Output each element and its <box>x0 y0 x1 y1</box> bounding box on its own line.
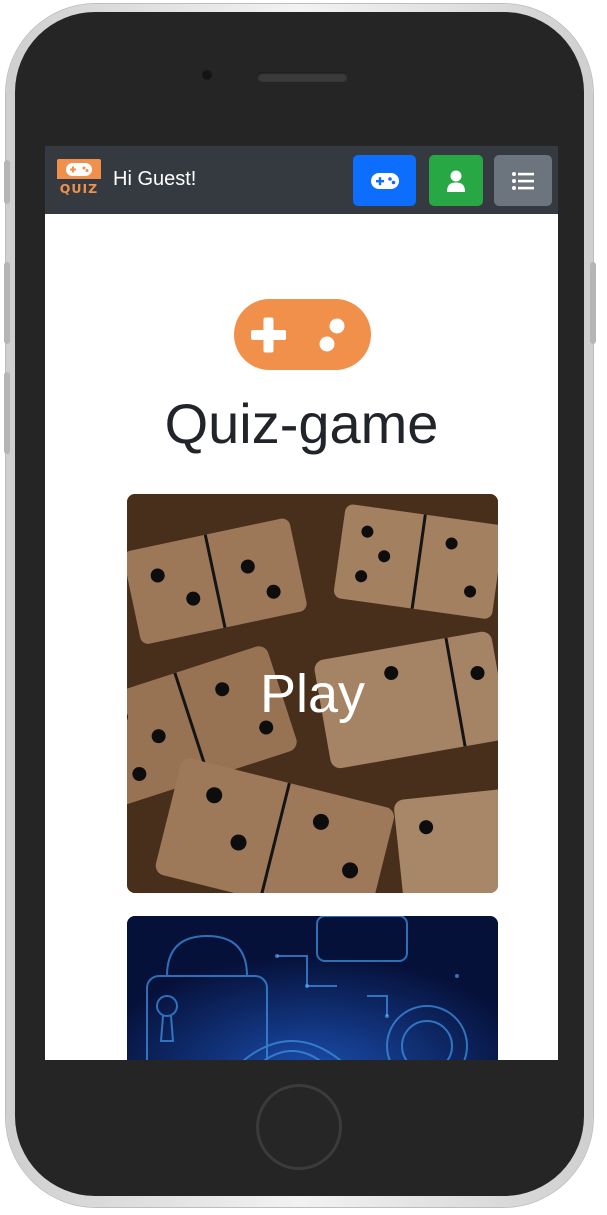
front-camera <box>201 69 213 81</box>
play-card[interactable]: Play <box>127 494 498 893</box>
user-icon <box>447 170 465 192</box>
gamepad-icon <box>370 172 399 189</box>
earpiece-speaker <box>257 72 348 82</box>
list-icon <box>512 171 534 190</box>
navbar: QUIZ Hi Guest! <box>45 146 558 214</box>
app-screen: QUIZ Hi Guest! Quiz-game Play <box>45 146 558 1060</box>
security-card[interactable] <box>127 916 498 1060</box>
mute-switch <box>4 160 10 204</box>
gamepad-icon <box>234 299 371 370</box>
circuit-padlocks-image <box>127 916 498 1060</box>
game-button[interactable] <box>353 155 416 206</box>
volume-up-button <box>4 262 10 344</box>
menu-button[interactable] <box>494 155 552 206</box>
power-button <box>590 262 596 344</box>
volume-down-button <box>4 372 10 454</box>
greeting-text: Hi Guest! <box>113 168 197 190</box>
page-title: Quiz-game <box>164 392 439 455</box>
profile-button[interactable] <box>429 155 483 206</box>
play-label: Play <box>259 664 366 724</box>
quiz-logo[interactable]: QUIZ <box>56 158 102 196</box>
home-button[interactable] <box>256 1084 342 1170</box>
logo-text: QUIZ <box>60 181 99 196</box>
